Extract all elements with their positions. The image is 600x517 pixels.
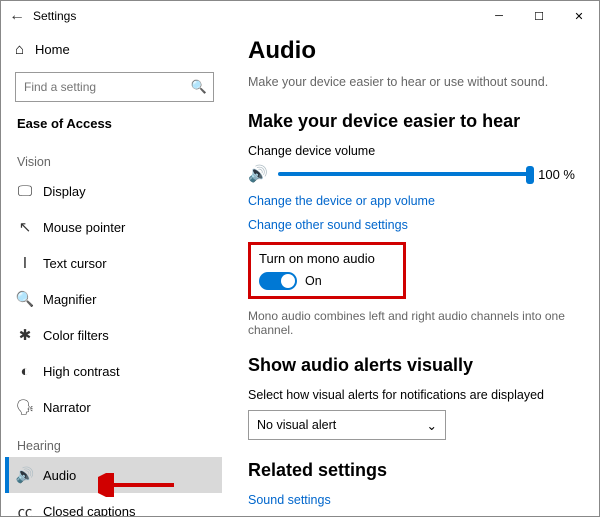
volume-slider-row: 🔊 100 % [248, 164, 575, 184]
mono-audio-toggle[interactable] [259, 272, 297, 290]
link-device-app-volume[interactable]: Change the device or app volume [248, 194, 575, 208]
search-icon: 🔍 [191, 79, 207, 95]
mono-audio-title: Turn on mono audio [259, 251, 395, 266]
volume-label: Change device volume [248, 144, 575, 158]
visual-alert-label: Select how visual alerts for notificatio… [248, 388, 575, 402]
visual-section-title: Show audio alerts visually [248, 355, 575, 376]
sidebar-item-mouse-pointer[interactable]: ↖ Mouse pointer [5, 209, 222, 245]
window-title: Settings [33, 9, 76, 23]
sidebar-item-narrator[interactable]: 🗣 Narrator [5, 389, 222, 425]
back-icon[interactable]: ← [9, 7, 33, 25]
sidebar-item-magnifier[interactable]: 🔍 Magnifier [5, 281, 222, 317]
content: Audio Make your device easier to hear or… [226, 31, 599, 516]
magnifier-icon: 🔍 [15, 290, 35, 308]
group-vision: Vision [5, 141, 222, 173]
narrator-icon: 🗣 [15, 398, 35, 416]
search-input[interactable]: 🔍 [15, 72, 214, 102]
titlebar: ← Settings ─ ☐ ✕ [1, 1, 599, 31]
search-field[interactable] [22, 79, 191, 95]
sidebar-item-text-cursor[interactable]: Ⅰ Text cursor [5, 245, 222, 281]
link-sound-settings[interactable]: Sound settings [248, 493, 575, 507]
color-filters-icon: ✱ [15, 326, 35, 344]
volume-slider[interactable] [278, 172, 528, 176]
volume-slider-thumb[interactable] [526, 166, 534, 184]
chevron-down-icon: ⌄ [427, 418, 437, 433]
high-contrast-icon: ◐ [15, 363, 35, 380]
volume-icon: 🔊 [248, 164, 268, 184]
sidebar-item-high-contrast[interactable]: ◐ High contrast [5, 353, 222, 389]
display-icon: 🖵 [15, 183, 35, 200]
related-section-title: Related settings [248, 460, 575, 481]
home-button[interactable]: ⌂ Home [5, 33, 222, 66]
closed-captions-icon: ㏄ [15, 501, 35, 517]
visual-alert-selected: No visual alert [257, 418, 336, 432]
close-button[interactable]: ✕ [559, 1, 599, 31]
minimize-button[interactable]: ─ [479, 1, 519, 31]
body: ⌂ Home 🔍 Ease of Access Vision 🖵 Display… [1, 31, 599, 516]
sidebar-item-color-filters[interactable]: ✱ Color filters [5, 317, 222, 353]
settings-window: ← Settings ─ ☐ ✕ ⌂ Home 🔍 Ease of Access… [0, 0, 600, 517]
annotation-arrow [98, 473, 178, 497]
visual-alert-dropdown[interactable]: No visual alert ⌄ [248, 410, 446, 440]
hear-section-title: Make your device easier to hear [248, 111, 575, 132]
mono-audio-state: On [305, 274, 322, 288]
group-hearing: Hearing [5, 425, 222, 457]
page-description: Make your device easier to hear or use w… [248, 75, 575, 89]
mono-audio-note: Mono audio combines left and right audio… [248, 309, 575, 337]
sidebar-item-display[interactable]: 🖵 Display [5, 173, 222, 209]
audio-icon: 🔊 [15, 466, 35, 484]
volume-value: 100 % [538, 167, 575, 182]
sidebar: ⌂ Home 🔍 Ease of Access Vision 🖵 Display… [1, 31, 226, 516]
home-label: Home [35, 42, 70, 57]
toggle-knob [281, 274, 295, 288]
link-other-sound-settings[interactable]: Change other sound settings [248, 218, 575, 232]
home-icon: ⌂ [15, 41, 35, 58]
text-cursor-icon: Ⅰ [15, 254, 35, 272]
maximize-button[interactable]: ☐ [519, 1, 559, 31]
mouse-pointer-icon: ↖ [15, 218, 35, 236]
page-title: Audio [248, 37, 575, 65]
sidebar-heading: Ease of Access [5, 112, 222, 141]
mono-audio-highlight: Turn on mono audio On [248, 242, 406, 299]
window-controls: ─ ☐ ✕ [479, 1, 599, 31]
